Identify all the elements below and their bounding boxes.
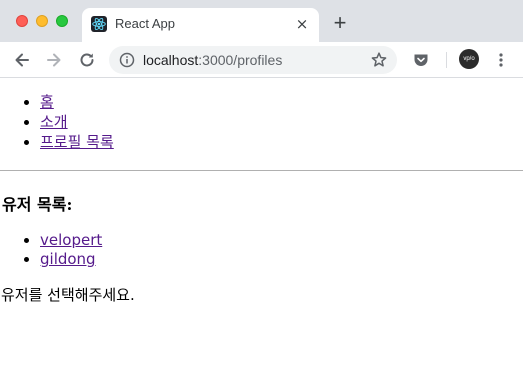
browser-toolbar: localhost:3000/profiles vp/o [0, 42, 523, 78]
nav-item-about: 소개 [40, 112, 114, 132]
profile-avatar[interactable]: vp/o [459, 49, 479, 69]
user-link-velopert[interactable]: velopert [40, 231, 102, 249]
nav-link-home[interactable]: 홈 [40, 93, 54, 111]
pocket-extension-icon[interactable] [412, 51, 430, 69]
reload-icon[interactable] [77, 50, 97, 70]
divider [0, 170, 523, 171]
url-text: localhost:3000/profiles [143, 52, 282, 68]
site-info-icon[interactable] [119, 52, 135, 68]
select-user-prompt: 유저를 선택해주세요. [1, 286, 135, 304]
browser-tab[interactable]: React App × [82, 8, 319, 42]
tab-close-icon[interactable]: × [293, 15, 311, 33]
nav-link-about[interactable]: 소개 [40, 113, 68, 131]
url-path: :3000/profiles [198, 52, 283, 68]
nav-item-home: 홈 [40, 92, 114, 112]
user-list: velopert gildong [0, 231, 102, 269]
forward-arrow-icon[interactable] [44, 50, 64, 70]
list-item: velopert [40, 231, 102, 250]
user-link-gildong[interactable]: gildong [40, 250, 96, 268]
toolbar-divider [446, 52, 447, 68]
nav-link-profiles[interactable]: 프로필 목록 [40, 133, 114, 151]
bookmark-star-icon[interactable] [370, 51, 388, 69]
window-maximize-button[interactable] [56, 15, 68, 27]
nav-item-profiles: 프로필 목록 [40, 132, 114, 152]
react-logo-icon [91, 16, 107, 32]
browser-titlebar: React App × + [0, 0, 523, 42]
main-nav: 홈 소개 프로필 목록 [0, 92, 114, 152]
tab-title: React App [115, 16, 175, 31]
window-close-button[interactable] [16, 15, 28, 27]
more-menu-icon[interactable] [496, 51, 506, 69]
new-tab-button[interactable]: + [330, 12, 350, 34]
list-item: gildong [40, 250, 102, 269]
user-list-title: 유저 목록: [2, 195, 73, 214]
window-minimize-button[interactable] [36, 15, 48, 27]
page-content: 홈 소개 프로필 목록 유저 목록: velopert gildong 유저를 … [0, 78, 523, 369]
address-bar[interactable]: localhost:3000/profiles [109, 46, 397, 74]
back-arrow-icon[interactable] [12, 50, 32, 70]
url-host: localhost [143, 52, 199, 68]
